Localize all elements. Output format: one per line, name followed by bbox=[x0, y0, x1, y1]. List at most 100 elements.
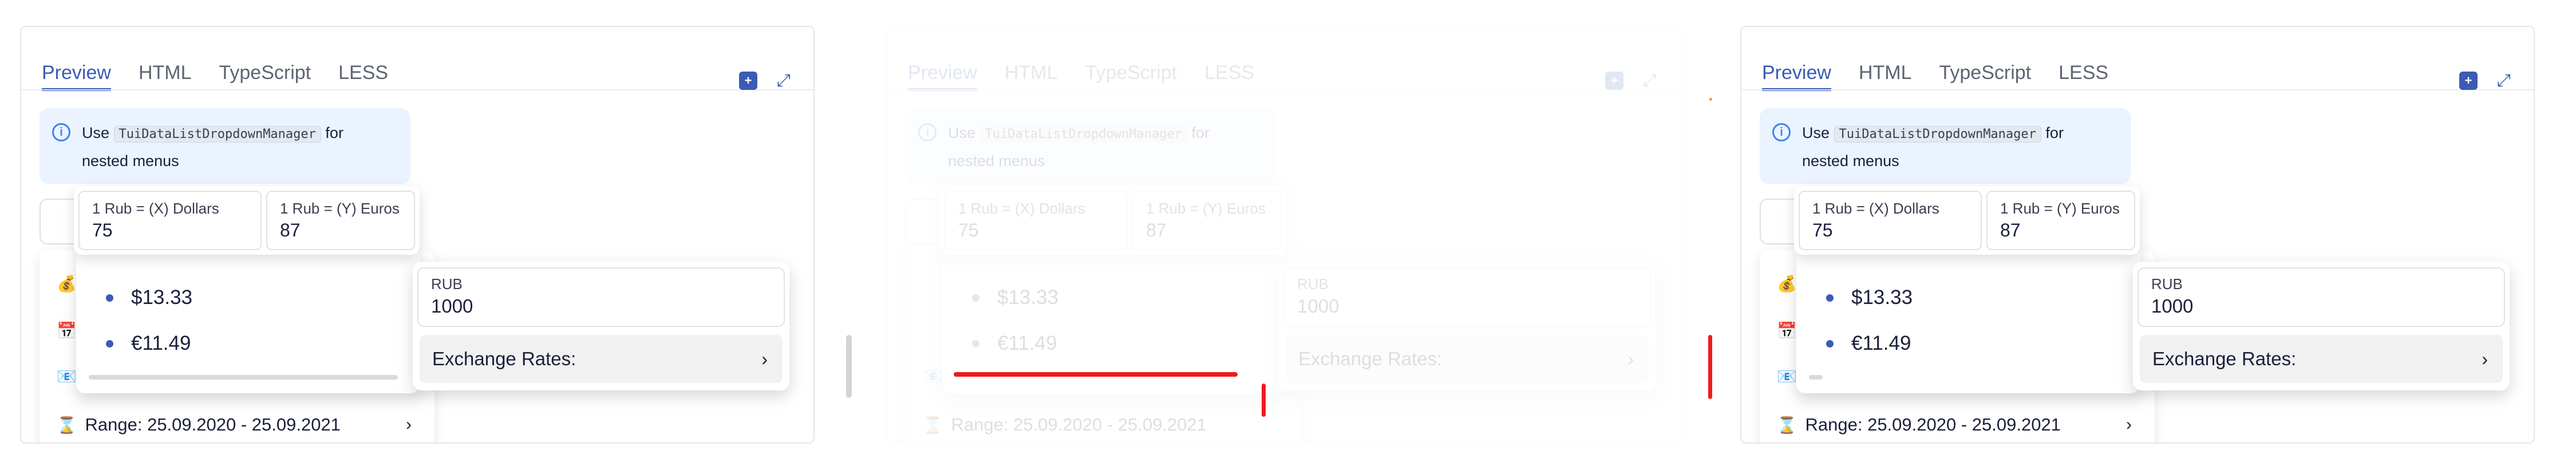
rates-inputs: 1 Rub = (X) Dollars 75 1 Rub = (Y) Euros… bbox=[1794, 186, 2140, 255]
rub-label: RUB bbox=[431, 275, 463, 293]
amount-euros[interactable]: €11.49 bbox=[1826, 326, 1911, 361]
money-icon: 💰 bbox=[1777, 275, 1797, 293]
currency-dropdown: RUB 1000 Exchange Rates: › bbox=[1279, 262, 1656, 390]
amount-dollars[interactable]: $13.33 bbox=[1826, 281, 1913, 315]
euro-rate-label: 1 Rub = (Y) Euros bbox=[280, 200, 400, 217]
email-icon: 📧 bbox=[923, 368, 943, 385]
hourglass-icon: ⌛ bbox=[923, 416, 943, 434]
notice-code: TuiDataListDropdownManager bbox=[113, 126, 321, 143]
bullet-icon bbox=[1826, 294, 1834, 302]
tabs-divider bbox=[887, 89, 1680, 90]
email-icon: 📧 bbox=[1777, 368, 1797, 385]
rub-value: 1000 bbox=[2151, 295, 2194, 317]
vertical-scrollbar[interactable] bbox=[846, 335, 852, 398]
exchange-rates-label: Exchange Rates: bbox=[1298, 348, 1443, 369]
notice-line2: nested menus bbox=[82, 152, 179, 169]
dollar-rate-value: 75 bbox=[1812, 220, 1833, 240]
horizontal-scrollbar[interactable] bbox=[89, 375, 398, 380]
chevron-right-icon: › bbox=[2482, 349, 2488, 369]
tab-preview[interactable]: Preview bbox=[908, 61, 977, 91]
dollar-rate-label: 1 Rub = (X) Dollars bbox=[1812, 200, 1939, 217]
horizontal-scrollbar[interactable] bbox=[1809, 375, 1823, 380]
tab-bar: Preview HTML TypeScript LESS bbox=[42, 61, 416, 91]
open-new-window-icon[interactable]: + bbox=[739, 72, 757, 90]
exchange-rates-label: Exchange Rates: bbox=[2152, 348, 2297, 369]
notice-prefix: Use bbox=[1802, 124, 1830, 141]
dollar-rate-field[interactable]: 1 Rub = (X) Dollars 75 bbox=[78, 191, 262, 250]
amount-euros-value: €11.49 bbox=[131, 332, 191, 354]
exchange-rates-item[interactable]: Exchange Rates: › bbox=[1286, 335, 1649, 383]
amount-dollars[interactable]: $13.33 bbox=[972, 281, 1059, 315]
exchange-rates-item[interactable]: Exchange Rates: › bbox=[2140, 335, 2503, 383]
rub-label: RUB bbox=[2151, 275, 2183, 293]
tabs-divider bbox=[1741, 89, 2534, 90]
demo-panel-middle: Preview HTML TypeScript LESS + ⤢ i Use T… bbox=[886, 26, 1681, 444]
open-new-window-icon[interactable]: + bbox=[1605, 72, 1623, 90]
amount-euros[interactable]: €11.49 bbox=[106, 326, 191, 361]
dollar-rate-label: 1 Rub = (X) Dollars bbox=[958, 200, 1085, 217]
notice-suffix: for bbox=[1191, 124, 1210, 141]
demo-panel-left: Preview HTML TypeScript LESS + ⤢ i Use T… bbox=[20, 26, 815, 444]
amount-dollars-value: $13.33 bbox=[997, 286, 1059, 309]
notice-suffix: for bbox=[2045, 124, 2064, 141]
rub-input[interactable]: RUB 1000 bbox=[1283, 267, 1651, 327]
rub-input[interactable]: RUB 1000 bbox=[417, 267, 785, 327]
tab-less[interactable]: LESS bbox=[338, 61, 388, 91]
error-tick-mark bbox=[1262, 384, 1266, 417]
email-icon: 📧 bbox=[57, 368, 77, 385]
exchange-rates-label: Exchange Rates: bbox=[432, 348, 576, 369]
euro-rate-field[interactable]: 1 Rub = (Y) Euros 87 bbox=[266, 191, 415, 250]
tab-html[interactable]: HTML bbox=[1005, 61, 1058, 91]
menu-item-range[interactable]: ⌛ Range: 25.09.2020 - 25.09.2021 bbox=[923, 408, 1278, 442]
tab-preview[interactable]: Preview bbox=[42, 61, 111, 91]
bullet-icon bbox=[106, 294, 113, 302]
notice-code: TuiDataListDropdownManager bbox=[979, 126, 1187, 143]
dollar-rate-label: 1 Rub = (X) Dollars bbox=[92, 200, 219, 217]
notice-prefix: Use bbox=[82, 124, 110, 141]
menu-item-range[interactable]: ⌛ Range: 25.09.2020 - 25.09.2021 › bbox=[1777, 408, 2132, 442]
hourglass-icon: ⌛ bbox=[57, 416, 77, 434]
open-new-window-icon[interactable]: + bbox=[2459, 72, 2478, 90]
exchange-rates-item[interactable]: Exchange Rates: › bbox=[420, 335, 783, 383]
notice-line2: nested menus bbox=[1802, 152, 1899, 169]
notice-line2: nested menus bbox=[948, 152, 1045, 169]
fullscreen-icon[interactable]: ⤢ bbox=[1641, 71, 1659, 90]
chevron-right-icon: › bbox=[2126, 415, 2132, 434]
tab-bar: Preview HTML TypeScript LESS bbox=[908, 61, 1282, 91]
fullscreen-icon[interactable]: ⤢ bbox=[775, 71, 793, 90]
menu-item-range[interactable]: ⌛ Range: 25.09.2020 - 25.09.2021 › bbox=[57, 408, 412, 442]
euro-rate-value: 87 bbox=[280, 220, 301, 240]
amount-euros[interactable]: €11.49 bbox=[972, 326, 1057, 361]
rub-input[interactable]: RUB 1000 bbox=[2138, 267, 2505, 327]
screenshot-stage: Preview HTML TypeScript LESS + ⤢ i Use T… bbox=[0, 0, 2576, 458]
euro-rate-field[interactable]: 1 Rub = (Y) Euros 87 bbox=[1986, 191, 2135, 250]
menu-item-range-label: Range: 25.09.2020 - 25.09.2021 bbox=[951, 414, 1207, 435]
tab-typescript[interactable]: TypeScript bbox=[1085, 61, 1178, 91]
notice-prefix: Use bbox=[948, 124, 976, 141]
bullet-icon bbox=[106, 340, 113, 348]
tab-less[interactable]: LESS bbox=[2059, 61, 2108, 91]
dollar-rate-field[interactable]: 1 Rub = (X) Dollars 75 bbox=[945, 191, 1128, 250]
tab-html[interactable]: HTML bbox=[1859, 61, 1912, 91]
euro-rate-value: 87 bbox=[2000, 220, 2021, 240]
amount-euros-value: €11.49 bbox=[1851, 332, 1911, 354]
euro-rate-field[interactable]: 1 Rub = (Y) Euros 87 bbox=[1132, 191, 1281, 250]
money-icon: 💰 bbox=[57, 275, 77, 293]
hourglass-icon: ⌛ bbox=[1777, 416, 1797, 434]
tab-typescript[interactable]: TypeScript bbox=[219, 61, 311, 91]
currency-dropdown: RUB 1000 Exchange Rates: › bbox=[2133, 262, 2510, 390]
notice-suffix: for bbox=[325, 124, 343, 141]
tab-less[interactable]: LESS bbox=[1204, 61, 1254, 91]
info-notice: i Use TuiDataListDropdownManager for nes… bbox=[1760, 108, 2131, 184]
amount-euros-value: €11.49 bbox=[997, 332, 1057, 354]
rates-inputs: 1 Rub = (X) Dollars 75 1 Rub = (Y) Euros… bbox=[940, 186, 1286, 255]
fullscreen-icon[interactable]: ⤢ bbox=[2495, 71, 2513, 90]
tab-typescript[interactable]: TypeScript bbox=[1939, 61, 2032, 91]
tab-html[interactable]: HTML bbox=[139, 61, 192, 91]
chevron-right-icon: › bbox=[1627, 349, 1634, 369]
amount-dollars[interactable]: $13.33 bbox=[106, 281, 192, 315]
tab-preview[interactable]: Preview bbox=[1762, 61, 1831, 91]
dollar-rate-value: 75 bbox=[92, 220, 113, 240]
rub-value: 1000 bbox=[431, 295, 473, 317]
dollar-rate-field[interactable]: 1 Rub = (X) Dollars 75 bbox=[1799, 191, 1982, 250]
